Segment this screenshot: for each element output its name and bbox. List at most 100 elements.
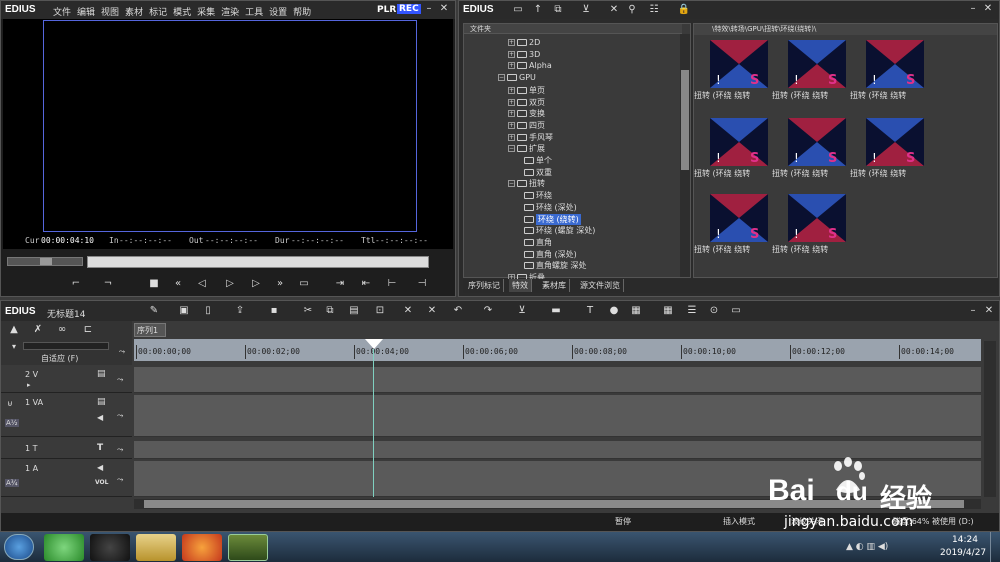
start-button[interactable] (4, 534, 34, 560)
timeline-vscrollbar[interactable] (984, 341, 996, 497)
scrubber-handle[interactable] (40, 258, 52, 265)
menu-render[interactable]: 渲染 (221, 5, 239, 18)
new-sequence-icon[interactable]: ▯ (201, 304, 215, 318)
speaker-icon[interactable]: ◀ (97, 463, 103, 472)
link-icon[interactable]: ∞ (55, 323, 69, 337)
ripple-delete-icon[interactable]: ✕ (401, 304, 415, 318)
extract-icon[interactable]: ⊣ (415, 277, 429, 291)
sync-lock-icon[interactable]: ✗ (31, 323, 45, 337)
menu-settings[interactable]: 设置 (269, 5, 287, 18)
timeline-minimize-icon[interactable]: – (967, 305, 979, 317)
timeline-close-icon[interactable]: ✕ (983, 305, 995, 317)
player-scrubber[interactable] (7, 257, 83, 266)
loop-icon[interactable]: ▭ (297, 277, 311, 291)
tree-item[interactable]: − GPU (498, 73, 536, 82)
redo-icon[interactable]: ↷ (481, 304, 495, 318)
lock-icon[interactable]: 🔒 (677, 3, 691, 17)
track-lane-2v[interactable] (134, 367, 981, 393)
mode-toggle-icon[interactable]: ▲ (7, 323, 21, 337)
layout-icon[interactable]: ▭ (729, 304, 743, 318)
tree-item[interactable]: + 单页 (508, 85, 545, 96)
expand-icon[interactable]: + (508, 50, 515, 58)
tree-item[interactable]: + Alpha (508, 61, 552, 70)
show-desktop-button[interactable] (990, 532, 1000, 562)
match-frame-icon[interactable]: ⊢ (385, 277, 399, 291)
menu-help[interactable]: 帮助 (293, 5, 311, 18)
audio-patch-icon[interactable]: A¾ (5, 479, 19, 487)
tree-item[interactable]: + 双页 (508, 97, 545, 108)
tree-item[interactable]: +3D (508, 50, 540, 59)
effect-thumbnail[interactable]: ! S (788, 40, 846, 88)
sync-icon[interactable]: ⤳ (117, 411, 123, 421)
title-icon[interactable]: T (583, 304, 597, 318)
tree-item[interactable]: 环绕 (524, 190, 552, 201)
tree-item[interactable]: − 扭转 (508, 178, 545, 189)
tree-scroll-thumb[interactable] (681, 70, 689, 170)
menu-edit[interactable]: 编辑 (77, 5, 95, 18)
tree-item[interactable]: + 四页 (508, 120, 545, 131)
taskbar-360-icon[interactable] (44, 534, 84, 561)
paste-icon[interactable]: ▤ (347, 304, 361, 318)
effects-close-icon[interactable]: ✕ (982, 3, 994, 15)
tray-icons[interactable]: ▲ ◐ ▥ ◀) (846, 542, 888, 552)
tree-item[interactable]: 环绕 (螺旋 深处) (524, 225, 595, 236)
expand-icon[interactable]: + (508, 39, 515, 46)
stop-icon[interactable]: ■ (147, 277, 161, 291)
play-icon[interactable]: ▷ (223, 277, 237, 291)
expand-icon[interactable]: + (508, 133, 515, 141)
clock-time[interactable]: 14:24 (952, 535, 978, 545)
voiceover-icon[interactable]: ● (607, 304, 621, 318)
delete-clip-icon[interactable]: ⊡ (373, 304, 387, 318)
effect-thumbnail[interactable]: ! S (866, 40, 924, 88)
sync-icon[interactable]: ⤳ (117, 445, 123, 455)
tab-sequence-markers[interactable]: 序列标记 (465, 279, 504, 292)
up-folder-icon[interactable]: ↑ (531, 3, 545, 17)
tree-item[interactable]: 直角螺旋 深处 (524, 260, 587, 271)
close-icon[interactable]: ✕ (438, 3, 450, 15)
tree-item[interactable]: − 扩展 (508, 143, 545, 154)
cut-icon[interactable]: ✂ (301, 304, 315, 318)
record-icon[interactable]: ⊙ (707, 304, 721, 318)
timescale-slider[interactable] (23, 342, 109, 350)
expand-arrow-icon[interactable]: ▸ (27, 381, 31, 389)
collapse-icon[interactable]: − (508, 145, 515, 153)
taskbar-edius-icon[interactable] (228, 534, 268, 561)
sequence-tab[interactable]: 序列1 (134, 323, 166, 337)
playhead-line[interactable] (373, 349, 374, 497)
audio-mixer-icon[interactable]: ☰ (685, 304, 699, 318)
export-icon[interactable]: ⇪ (233, 304, 247, 318)
tree-item[interactable]: 环绕 (绕转) (524, 213, 581, 225)
tree-item[interactable]: 双重 (524, 167, 552, 178)
sync-icon[interactable]: ⤳ (117, 375, 123, 385)
tree-item[interactable]: + 变换 (508, 108, 545, 119)
menu-view[interactable]: 视图 (101, 5, 119, 18)
expand-icon[interactable]: + (508, 121, 515, 129)
effect-thumbnail[interactable]: ! S (710, 118, 768, 166)
tab-bin[interactable]: 素材库 (539, 279, 570, 292)
copy-icon[interactable]: ⧉ (551, 3, 565, 17)
track-lane-1va[interactable] (134, 395, 981, 437)
expand-icon[interactable]: + (508, 110, 515, 118)
expand-icon[interactable]: + (508, 86, 515, 94)
menu-marker[interactable]: 标记 (149, 5, 167, 18)
effect-thumbnail[interactable]: ! S (710, 194, 768, 242)
view-mode-icon[interactable]: ☷ (647, 3, 661, 17)
playhead-marker[interactable] (365, 339, 383, 349)
set-out-icon[interactable]: ¬ (101, 277, 115, 291)
tree-item[interactable]: +2D (508, 38, 540, 47)
expand-icon[interactable]: + (508, 98, 515, 106)
menu-clip[interactable]: 素材 (125, 5, 143, 18)
set-default-transition-icon[interactable]: ⊻ (515, 304, 529, 318)
overwrite-to-timeline-icon[interactable]: ⇤ (359, 277, 373, 291)
taskbar-qq-icon[interactable] (90, 534, 130, 561)
group-icon[interactable]: ⊏ (81, 323, 95, 337)
insert-to-timeline-icon[interactable]: ⇥ (333, 277, 347, 291)
minimize-icon[interactable]: – (423, 3, 435, 15)
taskbar-explorer-icon[interactable] (136, 534, 176, 561)
vol-label[interactable]: VOL (95, 479, 108, 486)
ripple-delete-2-icon[interactable]: ✕ (425, 304, 439, 318)
tab-source-browser[interactable]: 源文件浏览 (577, 279, 624, 292)
sync-icon[interactable]: ⤳ (117, 475, 123, 485)
collapse-icon[interactable]: − (498, 74, 505, 82)
audio-patch-icon[interactable]: A½ (5, 419, 19, 427)
